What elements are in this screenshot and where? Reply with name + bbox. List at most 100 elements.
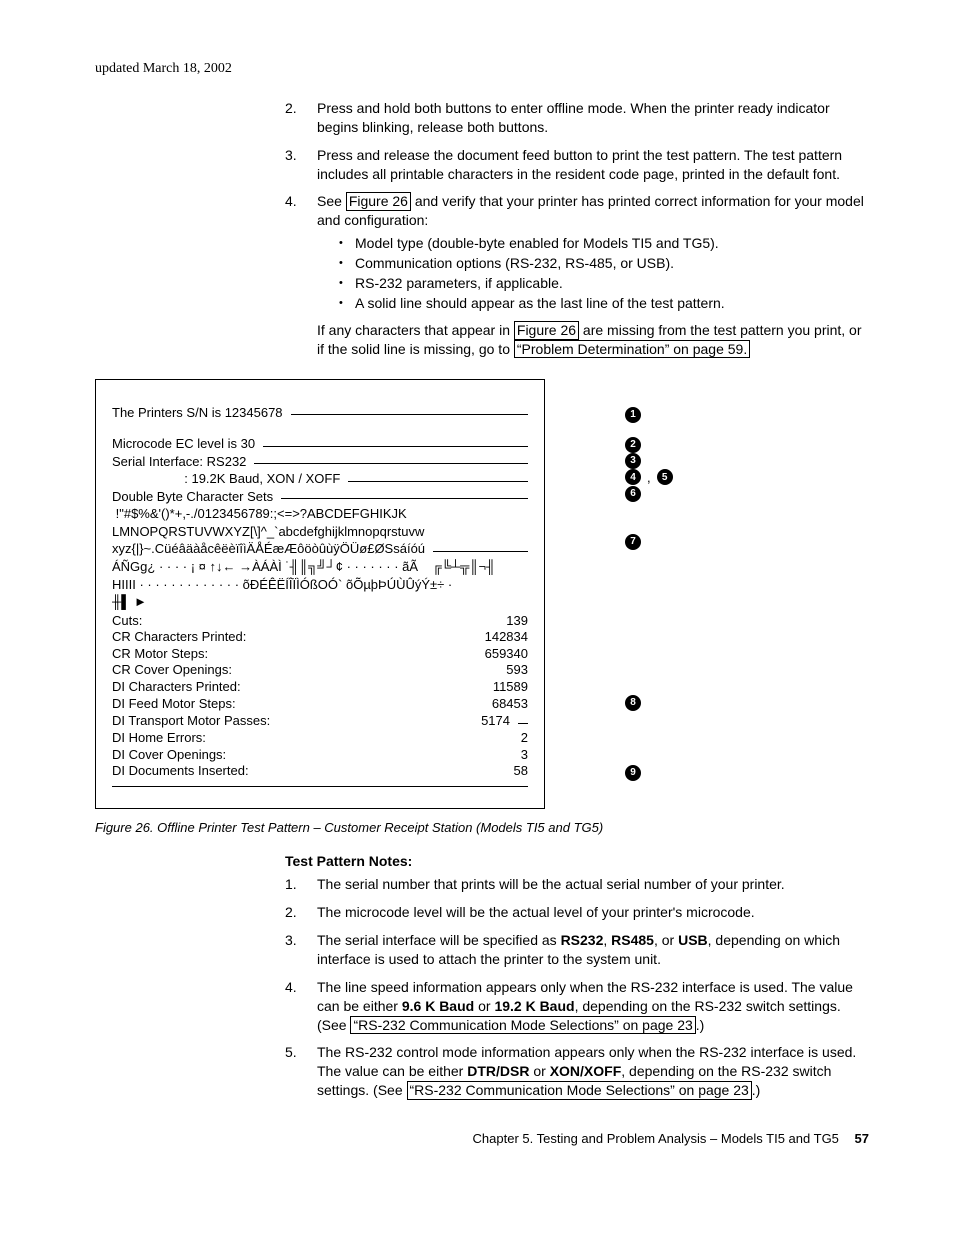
notes-list: 1. The serial number that prints will be… <box>285 875 869 1100</box>
figure-26-wrap: The Printers S/N is 12345678 Microcode E… <box>95 379 869 809</box>
text: , <box>603 932 611 948</box>
note-text: The serial number that prints will be th… <box>317 876 785 892</box>
page-xref[interactable]: “RS-232 Communication Mode Selections” o… <box>407 1081 752 1100</box>
note-1: 1. The serial number that prints will be… <box>285 875 869 894</box>
bold: RS232 <box>561 932 604 948</box>
step-4: 4. See Figure 26 and verify that your pr… <box>285 192 869 358</box>
figure-xref[interactable]: Figure 26 <box>514 321 579 340</box>
bullet: Communication options (RS-232, RS-485, o… <box>339 254 869 273</box>
fig-line: Serial Interface: RS232 <box>112 453 246 471</box>
callout-1-icon: 1 <box>625 407 641 423</box>
step-list: 2. Press and hold both buttons to enter … <box>285 99 869 359</box>
figure-26: The Printers S/N is 12345678 Microcode E… <box>95 379 545 809</box>
step-text-lead: See <box>317 193 346 209</box>
note-number: 5. <box>285 1043 297 1062</box>
callout-5-icon: 5 <box>657 469 673 485</box>
figure-caption: Figure 26. Offline Printer Test Pattern … <box>95 819 869 837</box>
note-number: 1. <box>285 875 297 894</box>
text: .) <box>696 1017 705 1033</box>
note-text: The microcode level will be the actual l… <box>317 904 755 920</box>
stat-label: CR Cover Openings: <box>112 662 232 679</box>
text: , or <box>654 932 678 948</box>
callouts: 1 2 3 4,5 6 7 8 9 <box>625 379 673 782</box>
notes-heading: Test Pattern Notes: <box>285 852 869 871</box>
fig-line: : 19.2K Baud, XON / XOFF <box>112 470 340 488</box>
figure-xref[interactable]: Figure 26 <box>346 192 411 211</box>
fig-line: ÁÑGg¿ · · · · ¡ ¤ ↑↓← →ÀÁÀÌ ˙╢║╗╝┘¢ · · … <box>112 558 528 576</box>
fig-line: xyz{|}~.CüéâäàåcêëèïîìÄÅÉæÆôöòûùÿÖÜø£ØSs… <box>112 540 425 558</box>
bold: XON/XOFF <box>550 1063 622 1079</box>
stat-label: DI Home Errors: <box>112 730 206 747</box>
step-4-bullets: Model type (double-byte enabled for Mode… <box>339 234 869 313</box>
text: The serial interface will be specified a… <box>317 932 561 948</box>
bold: USB <box>678 932 708 948</box>
callout-sep: , <box>647 469 651 487</box>
step-2: 2. Press and hold both buttons to enter … <box>285 99 869 137</box>
fig-line: The Printers S/N is 12345678 <box>112 404 283 422</box>
note-number: 4. <box>285 978 297 997</box>
bold: 9.6 K Baud <box>402 998 474 1014</box>
bold: 19.2 K Baud <box>494 998 574 1014</box>
step-number: 4. <box>285 192 297 211</box>
bullet: RS-232 parameters, if applicable. <box>339 274 869 293</box>
step-text: Press and release the document feed butt… <box>317 147 842 182</box>
page-xref[interactable]: “Problem Determination” on page 59. <box>514 340 750 359</box>
note-4: 4. The line speed information appears on… <box>285 978 869 1035</box>
fig-line: Double Byte Character Sets <box>112 488 273 506</box>
bullet: Model type (double-byte enabled for Mode… <box>339 234 869 253</box>
text: .) <box>752 1082 761 1098</box>
stats-block: Cuts: 139 CR Characters Printed: 142834 CR… <box>112 613 528 780</box>
stat-value: 659340 <box>485 646 528 663</box>
stat-label: DI Characters Printed: <box>112 679 241 696</box>
callout-7-icon: 7 <box>625 534 641 550</box>
page-footer: Chapter 5. Testing and Problem Analysis … <box>95 1130 869 1148</box>
text: or <box>474 998 494 1014</box>
step-number: 2. <box>285 99 297 118</box>
note-number: 2. <box>285 903 297 922</box>
callout-3-icon: 3 <box>625 453 641 469</box>
step-4-followup: If any characters that appear in Figure … <box>317 321 869 359</box>
bold: RS485 <box>611 932 654 948</box>
stat-label: DI Cover Openings: <box>112 747 226 764</box>
stat-value: 2 <box>521 730 528 747</box>
fig-line: LMNOPQRSTUVWXYZ[\]^_`abcdefghijklmnopqrs… <box>112 523 528 541</box>
note-2: 2. The microcode level will be the actua… <box>285 903 869 922</box>
bold: DTR/DSR <box>467 1063 529 1079</box>
stat-label: DI Documents Inserted: <box>112 763 249 780</box>
step-number: 3. <box>285 146 297 165</box>
page-number: 57 <box>855 1131 869 1146</box>
stat-value: 68453 <box>492 696 528 713</box>
stat-value: 11589 <box>493 679 528 696</box>
bullet: A solid line should appear as the last l… <box>339 294 869 313</box>
stat-value: 3 <box>521 747 528 764</box>
stat-value: 58 <box>514 763 528 780</box>
fig-line: ╫▌ ► <box>112 593 528 611</box>
solid-line <box>112 786 528 787</box>
callout-2-icon: 2 <box>625 437 641 453</box>
callout-9-icon: 9 <box>625 765 641 781</box>
update-date: updated March 18, 2002 <box>95 60 869 79</box>
stat-value: 142834 <box>485 629 528 646</box>
fig-line: Microcode EC level is 30 <box>112 435 255 453</box>
note-5: 5. The RS-232 control mode information a… <box>285 1043 869 1100</box>
stat-value: 593 <box>506 662 528 679</box>
stat-value: 139 <box>506 613 528 630</box>
stat-value: 5174 <box>270 712 510 730</box>
stat-label: CR Characters Printed: <box>112 629 246 646</box>
page-xref[interactable]: “RS-232 Communication Mode Selections” o… <box>350 1016 695 1035</box>
fig-line: !"#$%&'()*+,-./0123456789:;<=>?ABCDEFGHI… <box>112 505 528 523</box>
note-3: 3. The serial interface will be specifie… <box>285 931 869 969</box>
callout-8-icon: 8 <box>625 695 641 711</box>
footer-text: Chapter 5. Testing and Problem Analysis … <box>473 1131 839 1146</box>
stat-label: DI Transport Motor Passes: <box>112 712 270 730</box>
callout-6-icon: 6 <box>625 486 641 502</box>
stat-label: CR Motor Steps: <box>112 646 208 663</box>
text: If any characters that appear in <box>317 322 514 338</box>
note-number: 3. <box>285 931 297 950</box>
fig-line: HIIII · · · · · · · · · · · · · õĐÉÊËÍÎÏ… <box>112 576 528 594</box>
step-3: 3. Press and release the document feed b… <box>285 146 869 184</box>
stat-label: DI Feed Motor Steps: <box>112 696 236 713</box>
text: or <box>529 1063 549 1079</box>
step-text: Press and hold both buttons to enter off… <box>317 100 830 135</box>
stat-label: Cuts: <box>112 613 142 630</box>
